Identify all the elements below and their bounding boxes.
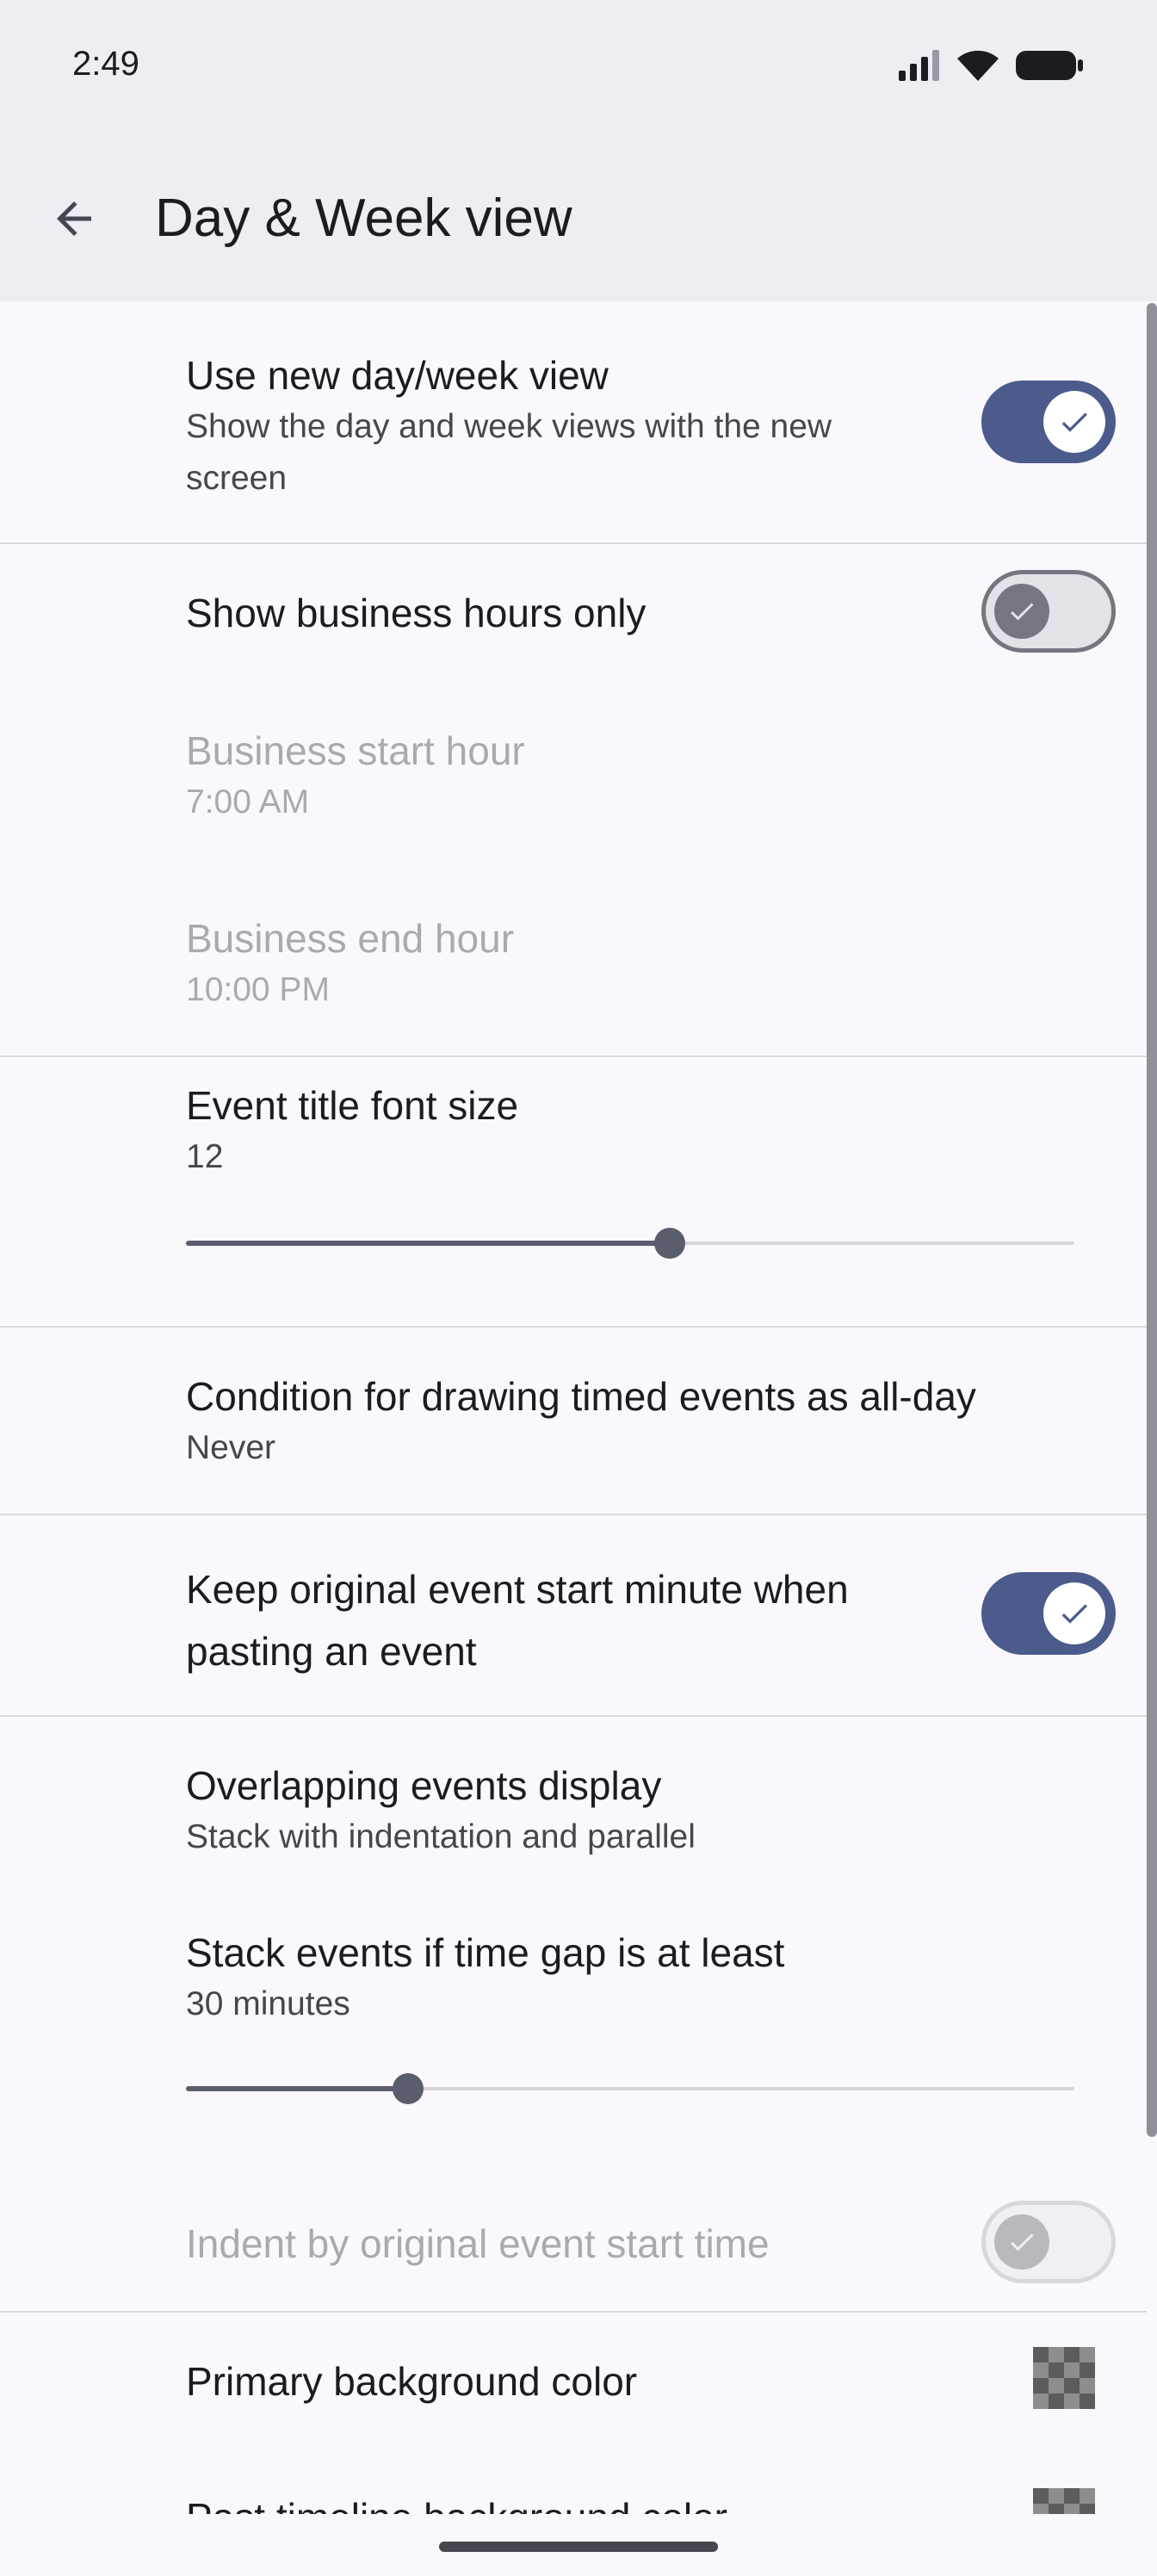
divider <box>0 1056 1147 1057</box>
status-time: 2:49 <box>72 45 139 83</box>
divider <box>0 1715 1147 1717</box>
setting-value: 7:00 AM <box>186 783 310 820</box>
keep-minute-switch[interactable] <box>981 1572 1116 1655</box>
setting-title: Business start hour <box>186 728 525 773</box>
setting-title: Stack events if time gap is at least <box>186 1930 785 1975</box>
font-size-slider[interactable] <box>186 1226 1074 1260</box>
setting-primary-bg[interactable]: Primary background color <box>186 2356 637 2407</box>
setting-all-day[interactable]: Condition for drawing timed events as al… <box>186 1371 976 1474</box>
setting-keep-minute[interactable]: Keep original event start minute when pa… <box>186 1558 926 1682</box>
check-icon <box>1011 2233 1034 2251</box>
status-icons <box>897 48 1085 83</box>
wifi-icon <box>957 50 999 81</box>
settings-list[interactable]: Use new day/week view Show the day and w… <box>0 301 1157 2514</box>
new-view-switch[interactable] <box>981 381 1116 463</box>
setting-title: Show business hours only <box>186 591 647 635</box>
slider-thumb[interactable] <box>393 2073 424 2104</box>
setting-title: Event title font size <box>186 1083 519 1128</box>
setting-title: Use new day/week view <box>186 353 609 398</box>
transparent-color-swatch-icon[interactable] <box>1033 2347 1095 2409</box>
setting-value: Never <box>186 1429 276 1466</box>
battery-icon <box>1016 51 1083 80</box>
slider-thumb[interactable] <box>654 1228 686 1259</box>
setting-value: 30 minutes <box>186 1985 350 2022</box>
setting-summary: Show the day and week views with the new… <box>186 408 832 497</box>
check-icon <box>1011 603 1034 621</box>
scrollbar[interactable] <box>1147 303 1157 2137</box>
setting-value: Stack with indentation and parallel <box>186 1818 696 1855</box>
divider <box>0 542 1147 544</box>
slider-fill <box>186 1241 671 1246</box>
status-bar: 2:49 <box>0 0 1157 138</box>
setting-value: 10:00 PM <box>186 971 330 1008</box>
setting-stack-gap: Stack events if time gap is at least 30 … <box>186 1927 784 2030</box>
setting-title: Indent by original event start time <box>186 2221 770 2266</box>
setting-new-view[interactable]: Use new day/week view Show the day and w… <box>186 350 926 505</box>
transparent-color-swatch-icon[interactable] <box>1033 2488 1095 2514</box>
setting-font-size: Event title font size 12 <box>186 1080 518 1183</box>
stack-gap-slider[interactable] <box>186 2071 1074 2106</box>
check-icon <box>1061 1604 1087 1624</box>
setting-title: Condition for drawing timed events as al… <box>186 1374 976 1419</box>
back-arrow-icon[interactable] <box>48 193 100 245</box>
setting-title: Primary background color <box>186 2359 638 2404</box>
setting-title: Past timeline background color <box>186 2492 727 2514</box>
signal-icon <box>899 50 939 81</box>
setting-end-hour: Business end hour 10:00 PM <box>186 913 514 1016</box>
setting-value: 12 <box>186 1138 224 1175</box>
setting-business-hours[interactable]: Show business hours only <box>186 587 646 639</box>
setting-title: Business end hour <box>186 916 515 961</box>
indent-switch <box>981 2201 1116 2283</box>
setting-title: Keep original event start minute when pa… <box>186 1567 849 1674</box>
slider-fill <box>186 2086 408 2091</box>
gesture-nav-handle[interactable] <box>439 2542 718 2552</box>
check-icon <box>1061 412 1087 432</box>
divider <box>0 2311 1147 2313</box>
divider <box>0 1514 1147 1515</box>
app-bar: Day & Week view <box>0 138 1157 301</box>
page-title: Day & Week view <box>155 189 572 248</box>
setting-title: Overlapping events display <box>186 1763 662 1808</box>
setting-start-hour: Business start hour 7:00 AM <box>186 725 525 828</box>
setting-overlap[interactable]: Overlapping events display Stack with in… <box>186 1760 696 1863</box>
divider <box>0 1326 1147 1328</box>
setting-past-bg[interactable]: Past timeline background color <box>186 2492 727 2514</box>
setting-indent: Indent by original event start time <box>186 2218 770 2269</box>
business-hours-switch[interactable] <box>981 570 1116 653</box>
